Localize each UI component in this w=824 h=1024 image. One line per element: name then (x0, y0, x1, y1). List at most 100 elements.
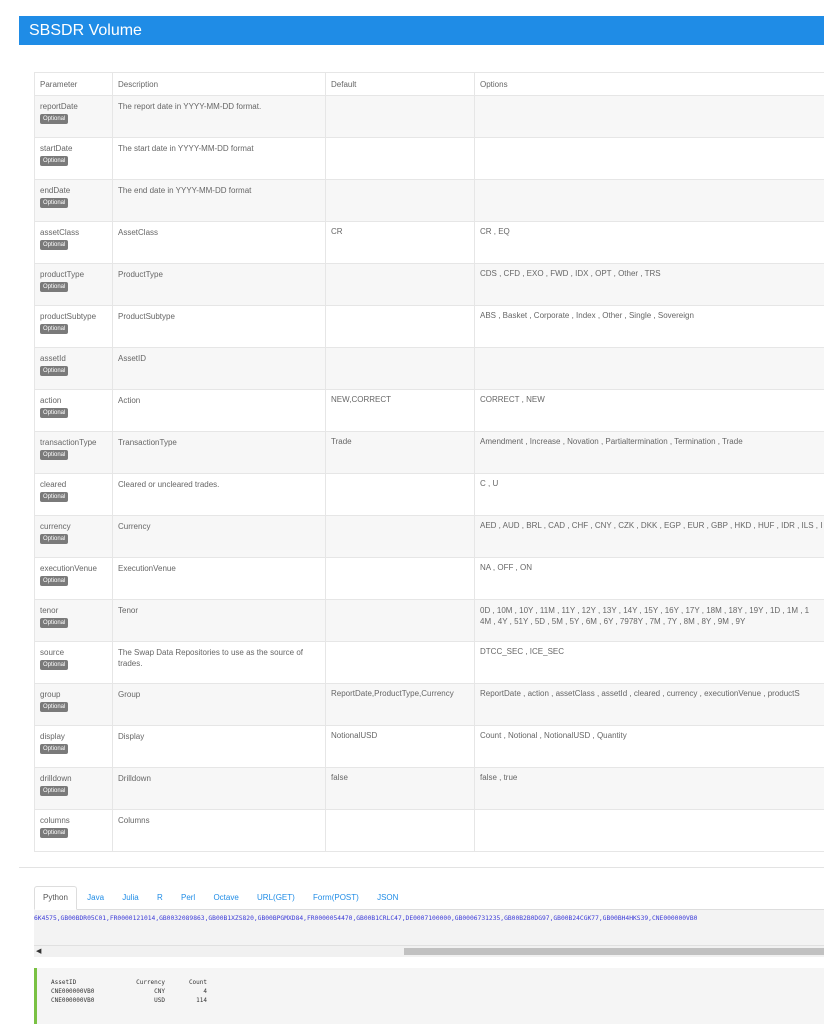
table-row: endDate Optional The end date in YYYY-MM-D… (34, 179, 824, 222)
default-cell (325, 305, 475, 348)
default-cell: CR (325, 221, 475, 264)
table-row: columns Optional Columns (34, 809, 824, 852)
default-cell (325, 137, 475, 180)
default-cell: NotionalUSD (325, 725, 475, 768)
output-cell: CNE000000VB0 (51, 988, 95, 995)
tab-json[interactable]: JSON (369, 887, 406, 909)
table-row: group Optional Group ReportDate,ProductType… (34, 683, 824, 726)
param-name: executionVenue (40, 564, 97, 573)
param-name: productSubtype (40, 312, 97, 321)
table-row: cleared Optional Cleared or uncleared trad… (34, 473, 824, 516)
table-row: productType Optional ProductType CDS , CFD … (34, 263, 824, 306)
description-cell: Currency (112, 515, 326, 558)
default-cell: Trade (325, 431, 475, 474)
description-cell: TransactionType (112, 431, 326, 474)
options-cell: NA , OFF , ON (474, 557, 824, 600)
table-row: startDate Optional The start date in YYYY-… (34, 137, 824, 180)
options-cell (474, 179, 824, 222)
options-cell: Amendment , Increase , Novation , Partia… (474, 431, 824, 474)
table-row: transactionType Optional TransactionType Tr… (34, 431, 824, 474)
description-cell: The report date in YYYY-MM-DD format. (112, 95, 326, 138)
options-cell: C , U (474, 473, 824, 516)
tab-url-get[interactable]: URL(GET) (249, 887, 303, 909)
param-cell: source Optional (34, 641, 113, 684)
table-row: productSubtype Optional ProductSubtype ABS … (34, 305, 824, 348)
options-cell (474, 347, 824, 390)
optional-badge: Optional (40, 786, 69, 796)
table-body: reportDate Optional The report date in YYY… (34, 95, 824, 852)
param-name: productType (40, 270, 85, 279)
optional-badge: Optional (40, 156, 69, 166)
tab-perl[interactable]: Perl (173, 887, 203, 909)
table-row: currency Optional Currency AED , AUD , BRL … (34, 515, 824, 558)
param-name: assetId (40, 354, 66, 363)
description-cell: ExecutionVenue (112, 557, 326, 600)
column-header: Default (325, 72, 475, 96)
param-cell: endDate Optional (34, 179, 113, 222)
optional-badge: Optional (40, 324, 69, 334)
options-cell: ReportDate , action , assetClass , asset… (474, 683, 824, 726)
table-row: display Optional Display NotionalUSD Count ,… (34, 725, 824, 768)
scrollbar-thumb[interactable] (404, 948, 824, 955)
options-cell: CR , EQ (474, 221, 824, 264)
tab-python[interactable]: Python (34, 886, 77, 910)
output-header-assetid: AssetID (51, 979, 77, 986)
options-cell: CDS , CFD , EXO , FWD , IDX , OPT , Othe… (474, 263, 824, 306)
parameters-table: Parameter Description Default Options re… (34, 72, 824, 852)
output-header-currency: Currency (136, 979, 165, 986)
tab-java[interactable]: Java (79, 887, 112, 909)
param-cell: assetClass Optional (34, 221, 113, 264)
param-cell: startDate Optional (34, 137, 113, 180)
language-tabs: Python Java Julia R Perl Octave URL(GET)… (34, 886, 824, 910)
description-cell: ProductSubtype (112, 305, 326, 348)
default-cell: NEW,CORRECT (325, 389, 475, 432)
horizontal-scrollbar[interactable]: ◀ (34, 945, 824, 957)
output-cell: 114 (196, 997, 207, 1004)
param-cell: transactionType Optional (34, 431, 113, 474)
param-name: transactionType (40, 438, 97, 447)
description-cell: Group (112, 683, 326, 726)
description-cell: Columns (112, 809, 326, 852)
param-name: startDate (40, 144, 73, 153)
scroll-left-arrow-icon[interactable]: ◀ (36, 946, 41, 957)
output-cell: CNY (154, 988, 165, 995)
tab-octave[interactable]: Octave (205, 887, 246, 909)
top-spacer (0, 0, 824, 16)
options-cell: CORRECT , NEW (474, 389, 824, 432)
tab-form-post[interactable]: Form(POST) (305, 887, 367, 909)
options-cell: Count , Notional , NotionalUSD , Quantit… (474, 725, 824, 768)
param-name: endDate (40, 186, 71, 195)
options-cell (474, 95, 824, 138)
options-cell: false , true (474, 767, 824, 810)
options-cell: 0D , 10M , 10Y , 11M , 11Y , 12Y , 13Y ,… (474, 599, 824, 642)
description-cell: Drilldown (112, 767, 326, 810)
tab-r[interactable]: R (149, 887, 171, 909)
description-cell: The Swap Data Repositories to use as the… (112, 641, 326, 684)
param-name: drilldown (40, 774, 72, 783)
tab-julia[interactable]: Julia (114, 887, 146, 909)
optional-badge: Optional (40, 240, 69, 250)
table-row: tenor Optional Tenor 0D , 10M , 10Y , 11M ,… (34, 599, 824, 642)
optional-badge: Optional (40, 576, 69, 586)
optional-badge: Optional (40, 366, 69, 376)
optional-badge: Optional (40, 702, 69, 712)
column-header: Description (112, 72, 326, 96)
optional-badge: Optional (40, 408, 69, 418)
optional-badge: Optional (40, 744, 69, 754)
description-cell: Action (112, 389, 326, 432)
param-cell: group Optional (34, 683, 113, 726)
column-header: Parameter (34, 72, 113, 96)
param-name: currency (40, 522, 71, 531)
default-cell (325, 95, 475, 138)
output-cell: 4 (203, 988, 207, 995)
options-cell (474, 809, 824, 852)
param-cell: reportDate Optional (34, 95, 113, 138)
output-block: AssetID Currency Count CNE000000VB0 CNY … (34, 968, 824, 1024)
param-cell: display Optional (34, 725, 113, 768)
options-cell: AED , AUD , BRL , CAD , CHF , CNY , CZK … (474, 515, 824, 558)
default-cell (325, 641, 475, 684)
param-cell: drilldown Optional (34, 767, 113, 810)
table-header-row: Parameter Description Default Options (34, 72, 824, 96)
param-name: display (40, 732, 65, 741)
param-cell: assetId Optional (34, 347, 113, 390)
